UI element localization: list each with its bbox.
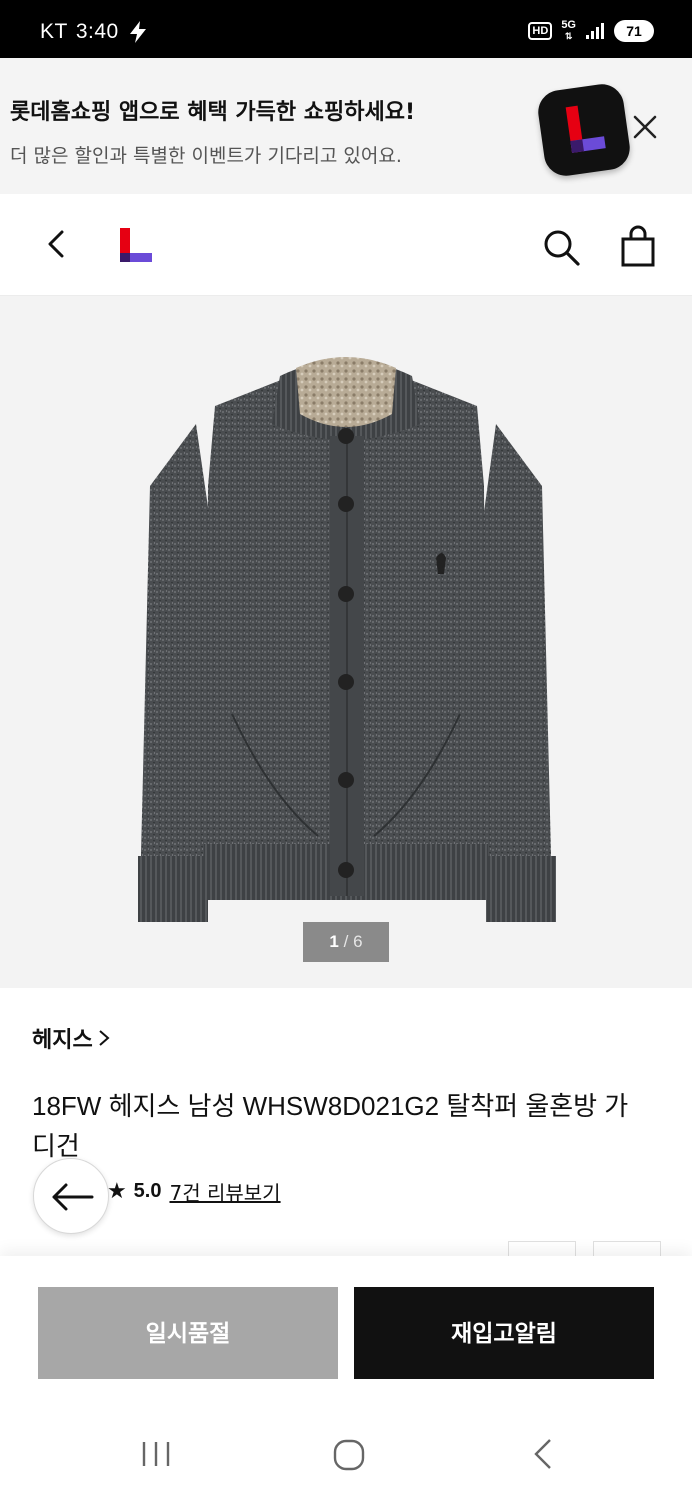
top-header [0,194,692,296]
sold-out-button[interactable]: 일시품절 [38,1287,338,1379]
image-page-indicator: 1 / 6 [303,922,389,962]
recent-apps-button[interactable] [138,1436,174,1472]
product-image-gallery[interactable]: 1 / 6 [0,296,692,988]
home-button[interactable] [330,1436,368,1474]
hd-voice-icon: HD [528,22,553,40]
back-button[interactable] [38,224,78,264]
product-title: 18FW 헤지스 남성 WHSW8D021G2 탈착퍼 울혼방 가디건 [32,1091,629,1161]
restock-alert-button[interactable]: 재입고알림 [354,1287,654,1379]
charging-icon [129,21,146,43]
carrier-label: KT [40,20,68,43]
review-link[interactable]: 7건 리뷰보기 [169,1177,280,1206]
network-type-label: 5G [561,19,576,31]
app-install-banner[interactable]: 롯데홈쇼핑 앱으로 혜택 가득한 쇼핑하세요! 더 많은 할인과 특별한 이벤트… [0,58,692,194]
system-nav-bar [0,1406,692,1500]
banner-close-button[interactable] [628,110,662,144]
battery-icon: 71 [614,20,654,42]
recents-icon [142,1442,170,1466]
banner-subtitle: 더 많은 할인과 특별한 이벤트가 기다리고 있어요. [10,145,402,167]
system-back-button[interactable] [526,1436,562,1472]
search-icon [544,230,580,266]
lotte-logo-icon [120,228,152,262]
shopping-bag-icon [621,225,655,267]
brand-link[interactable]: 헤지스 [32,1022,111,1054]
cart-button[interactable] [617,224,659,268]
app-icon[interactable] [535,81,633,179]
current-page: 1 [329,932,339,951]
close-icon [633,115,657,139]
rating-value: 5.0 [133,1179,162,1202]
search-button[interactable] [540,226,582,268]
page-separator: / [343,932,349,951]
network-type-icon: 5G ⇅ [561,19,576,42]
home-icon [333,1439,365,1471]
bottom-action-bar: 일시품절 재입고알림 [0,1256,692,1406]
lotte-app-logo-icon [565,105,606,153]
lotte-logo[interactable] [118,228,154,264]
status-left: KT 3:40 [40,20,149,44]
chevron-right-icon [99,1030,110,1046]
clock: 3:40 [75,20,119,43]
banner-title: 롯데홈쇼핑 앱으로 혜택 가득한 쇼핑하세요! [10,100,415,125]
status-bar: KT 3:40 HD 5G ⇅ 71 [0,0,692,58]
signal-icon [586,23,604,39]
brand-name: 헤지스 [32,1028,93,1053]
product-photo [138,357,556,922]
floating-back-button[interactable] [33,1158,109,1234]
status-right: HD 5G ⇅ 71 [528,20,654,42]
total-pages: 6 [353,932,363,951]
back-icon [534,1439,551,1469]
chevron-left-icon [48,230,64,258]
arrow-left-icon [52,1183,94,1211]
